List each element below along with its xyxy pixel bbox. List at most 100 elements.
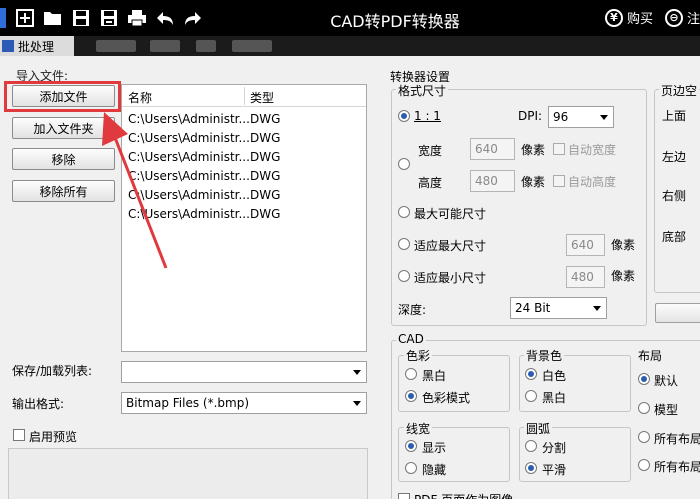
fit-min-unit: 像素 [611, 269, 636, 283]
layout-all-radio-2[interactable] [638, 459, 650, 471]
layout-default-radio[interactable] [638, 373, 650, 385]
title-bar: CAD转PDF转换器 ¥ 购买 ⊖ 注 [0, 0, 700, 36]
cad-title: CAD [396, 332, 426, 346]
app-logo-icon [0, 8, 6, 28]
output-format-select[interactable]: Bitmap Files (*.bmp) [121, 392, 367, 414]
file-name: C:\Users\Administr... [128, 169, 250, 183]
yen-icon: ¥ [604, 8, 623, 27]
bg-black-radio[interactable] [525, 390, 537, 402]
enable-preview-label: 启用预览 [29, 430, 78, 444]
auto-width-checkbox[interactable] [553, 143, 565, 155]
new-icon[interactable] [14, 7, 36, 29]
table-row[interactable]: C:\Users\Administr... DWG [122, 205, 366, 224]
file-type: DWG [250, 131, 281, 145]
highlight-annotation [4, 81, 121, 112]
linewidth-title: 线宽 [404, 420, 433, 437]
height-unit: 像素 [521, 175, 546, 189]
format-size-title: 格式尺寸 [396, 82, 449, 99]
arc-smooth-radio[interactable] [525, 462, 537, 474]
output-format-label: 输出格式: [12, 397, 65, 411]
custom-size-radio[interactable] [398, 158, 410, 170]
save-load-list-select[interactable] [121, 361, 367, 383]
table-row[interactable]: C:\Users\Administr... DWG [122, 110, 366, 129]
fit-max-label: 适应最大尺寸 [414, 239, 487, 253]
arc-split-label: 分割 [542, 441, 567, 455]
print-icon[interactable] [126, 7, 148, 29]
width-input[interactable]: 640 [470, 138, 515, 160]
bw-radio[interactable] [405, 368, 417, 380]
page-margin-title: 页边空 [659, 82, 700, 99]
color-title: 色彩 [404, 347, 433, 364]
depth-label: 深度: [398, 303, 427, 317]
height-input[interactable]: 480 [470, 170, 515, 192]
redo-icon[interactable] [182, 7, 204, 29]
color-mode-label: 色彩模式 [422, 391, 471, 405]
arc-title: 圆弧 [524, 420, 553, 437]
tab-blurred[interactable] [150, 40, 180, 52]
tab-blurred[interactable] [196, 40, 216, 52]
layout-title: 布局 [636, 347, 665, 364]
lw-hide-radio[interactable] [405, 462, 417, 474]
window-title: CAD转PDF转换器 [330, 12, 460, 31]
register-button[interactable]: ⊖ 注 [664, 8, 700, 27]
fit-min-label: 适应最小尺寸 [414, 271, 487, 285]
column-name[interactable]: 名称 [128, 89, 152, 106]
layout-default-label: 默认 [654, 374, 679, 388]
enable-preview-checkbox[interactable] [13, 429, 25, 441]
undo-icon[interactable] [154, 7, 176, 29]
auto-height-checkbox[interactable] [553, 175, 565, 187]
background-title: 背景色 [524, 347, 565, 364]
dpi-value: 96 [553, 110, 569, 124]
remove-all-button[interactable]: 移除所有 [12, 180, 115, 202]
table-row[interactable]: C:\Users\Administr... DWG [122, 167, 366, 186]
pdf-page-image-label: PDF 页面作为图像 [414, 491, 513, 499]
preview-area [8, 448, 368, 499]
register-icon: ⊖ [664, 8, 683, 27]
file-type: DWG [250, 169, 281, 183]
layout-all-label-2: 所有布局 [654, 460, 700, 474]
depth-value: 24 Bit [515, 301, 551, 315]
column-type[interactable]: 类型 [250, 89, 274, 106]
bg-white-radio[interactable] [525, 368, 537, 380]
fit-min-input[interactable]: 480 [566, 266, 605, 288]
chevron-down-icon [593, 306, 601, 311]
table-row[interactable]: C:\Users\Administr... DWG [122, 148, 366, 167]
arc-split-radio[interactable] [525, 440, 537, 452]
column-separator[interactable] [244, 87, 245, 105]
tab-blurred[interactable] [232, 40, 272, 52]
file-name: C:\Users\Administr... [128, 207, 250, 221]
buy-button[interactable]: ¥ 购买 [604, 8, 653, 27]
fit-max-unit: 像素 [611, 238, 636, 252]
titlebar-actions: ¥ 购买 ⊖ 注 [593, 8, 700, 27]
tab-strip: 批处理 [0, 36, 700, 56]
bw-label: 黑白 [422, 369, 447, 383]
tab-batch[interactable]: 批处理 [0, 36, 74, 56]
table-row[interactable]: C:\Users\Administr... DWG [122, 186, 366, 205]
fit-max-input[interactable]: 640 [566, 234, 605, 256]
width-unit: 像素 [521, 143, 546, 157]
fit-max-radio[interactable] [398, 238, 410, 250]
add-folder-button[interactable]: 加入文件夹 [12, 117, 115, 139]
fit-min-radio[interactable] [398, 270, 410, 282]
tab-blurred[interactable] [96, 40, 136, 52]
layout-model-radio[interactable] [638, 402, 650, 414]
file-list[interactable]: 名称 类型 C:\Users\Administr... DWG C:\Users\… [121, 84, 367, 352]
table-row[interactable]: C:\Users\Administr... DWG [122, 129, 366, 148]
lw-show-radio[interactable] [405, 440, 417, 452]
open-folder-icon[interactable] [42, 7, 64, 29]
save-all-icon[interactable] [98, 7, 120, 29]
margin-apply-button[interactable] [655, 303, 700, 323]
max-size-radio[interactable] [398, 206, 410, 218]
chevron-down-icon [353, 370, 361, 375]
pdf-page-image-checkbox[interactable] [398, 493, 410, 499]
dpi-select[interactable]: 96 [548, 106, 614, 128]
depth-select[interactable]: 24 Bit [510, 297, 607, 319]
remove-button[interactable]: 移除 [12, 148, 115, 170]
color-mode-radio[interactable] [405, 390, 417, 402]
ratio-1-1-radio[interactable] [398, 110, 410, 122]
lw-show-label: 显示 [422, 441, 447, 455]
chevron-down-icon [600, 115, 608, 120]
layout-all-radio[interactable] [638, 431, 650, 443]
save-icon[interactable] [70, 7, 92, 29]
auto-height-label: 自动高度 [568, 175, 617, 189]
